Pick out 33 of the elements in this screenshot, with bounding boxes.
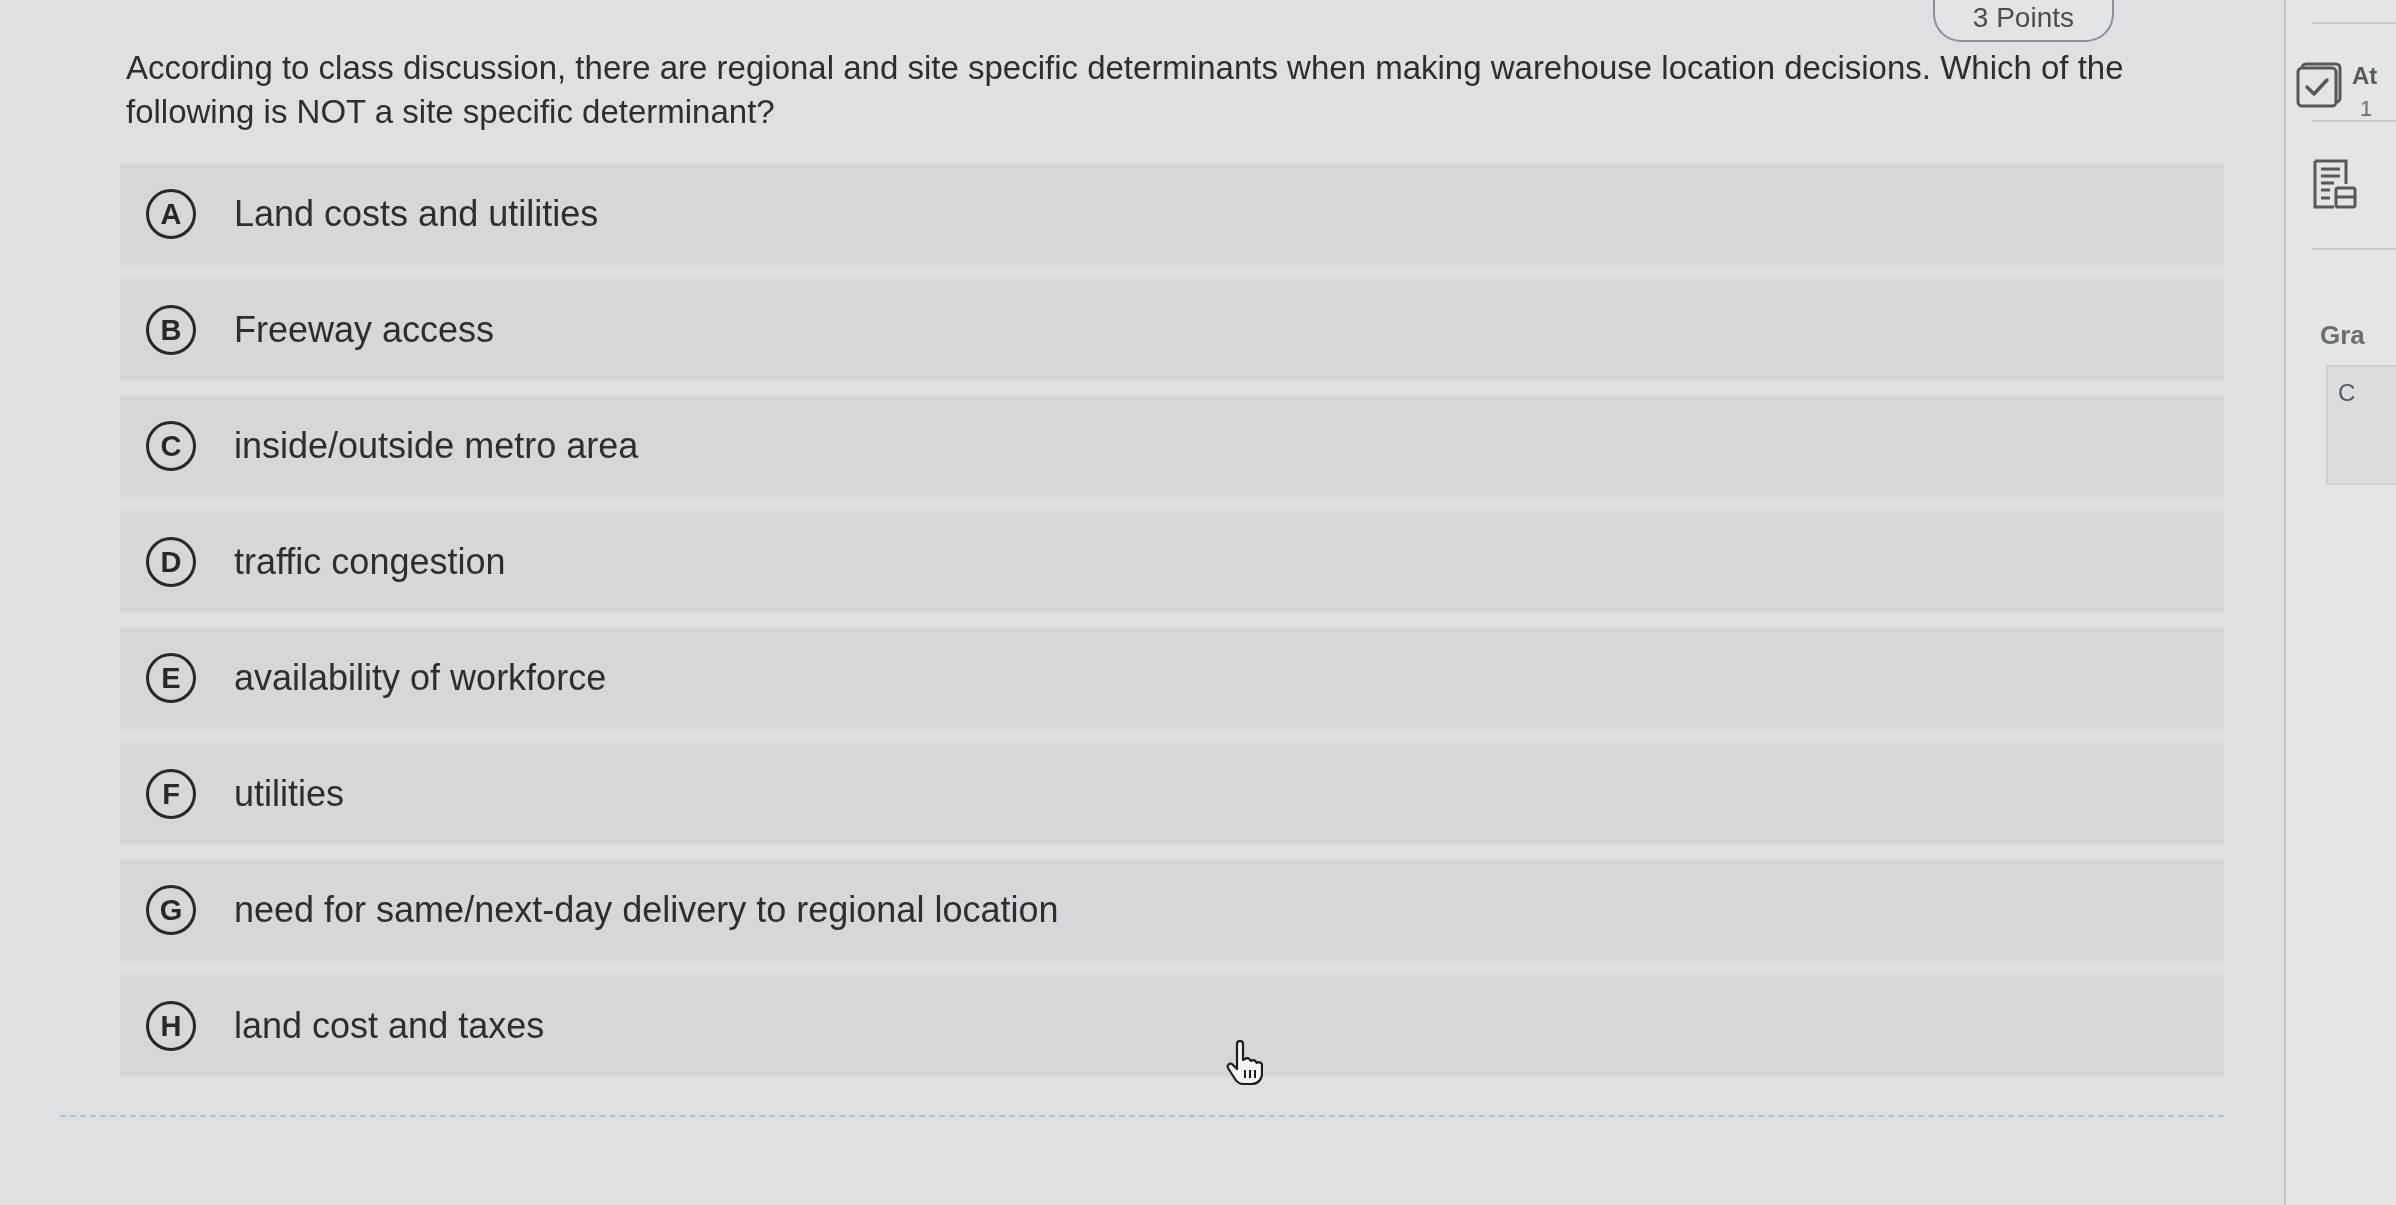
option-text: land cost and taxes — [234, 1005, 545, 1048]
points-badge: 3 Points — [1932, 0, 2114, 42]
choice-letter: F — [146, 769, 196, 820]
attempts-label: At — [2352, 62, 2378, 90]
answer-option[interactable]: E availability of workforce — [120, 627, 2224, 730]
choice-letter: E — [146, 653, 196, 704]
option-text: traffic congestion — [234, 541, 506, 584]
option-text: Freeway access — [234, 309, 495, 352]
answer-option[interactable]: H land cost and taxes — [120, 975, 2224, 1078]
answer-option[interactable]: C inside/outside metro area — [120, 395, 2224, 498]
grade-field[interactable]: C — [2326, 365, 2396, 485]
answer-option[interactable]: B Freeway access — [120, 279, 2224, 382]
option-text: need for same/next-day delivery to regional location — [234, 889, 1059, 932]
choice-letter: D — [146, 537, 196, 588]
choice-letter: A — [146, 189, 196, 240]
answer-option[interactable]: G need for same/next-day delivery to regional location — [120, 859, 2224, 962]
grade-label: Gra — [2320, 320, 2366, 351]
question-text: According to class discussion, there are regional and site specific determinants when making warehouse location decisions. Which of the following is NOT a site specific determinant? — [126, 48, 2125, 132]
choice-letter: C — [146, 421, 196, 472]
option-text: utilities — [234, 773, 345, 816]
answer-option[interactable]: F utilities — [120, 743, 2224, 846]
document-icon[interactable] — [2312, 158, 2358, 210]
checkbox-icon[interactable] — [2296, 62, 2342, 108]
answer-option[interactable]: D traffic congestion — [120, 511, 2224, 614]
option-text: inside/outside metro area — [234, 425, 639, 468]
choice-letter: G — [146, 885, 196, 936]
option-text: availability of workforce — [234, 657, 607, 700]
choice-letter: H — [146, 1001, 196, 1052]
option-text: Land costs and utilities — [234, 193, 599, 236]
attempts-value: 1 — [2359, 96, 2374, 122]
hand-cursor-icon — [1225, 1040, 1263, 1086]
answer-option[interactable]: A Land costs and utilities — [120, 163, 2224, 266]
choice-letter: B — [146, 305, 196, 356]
